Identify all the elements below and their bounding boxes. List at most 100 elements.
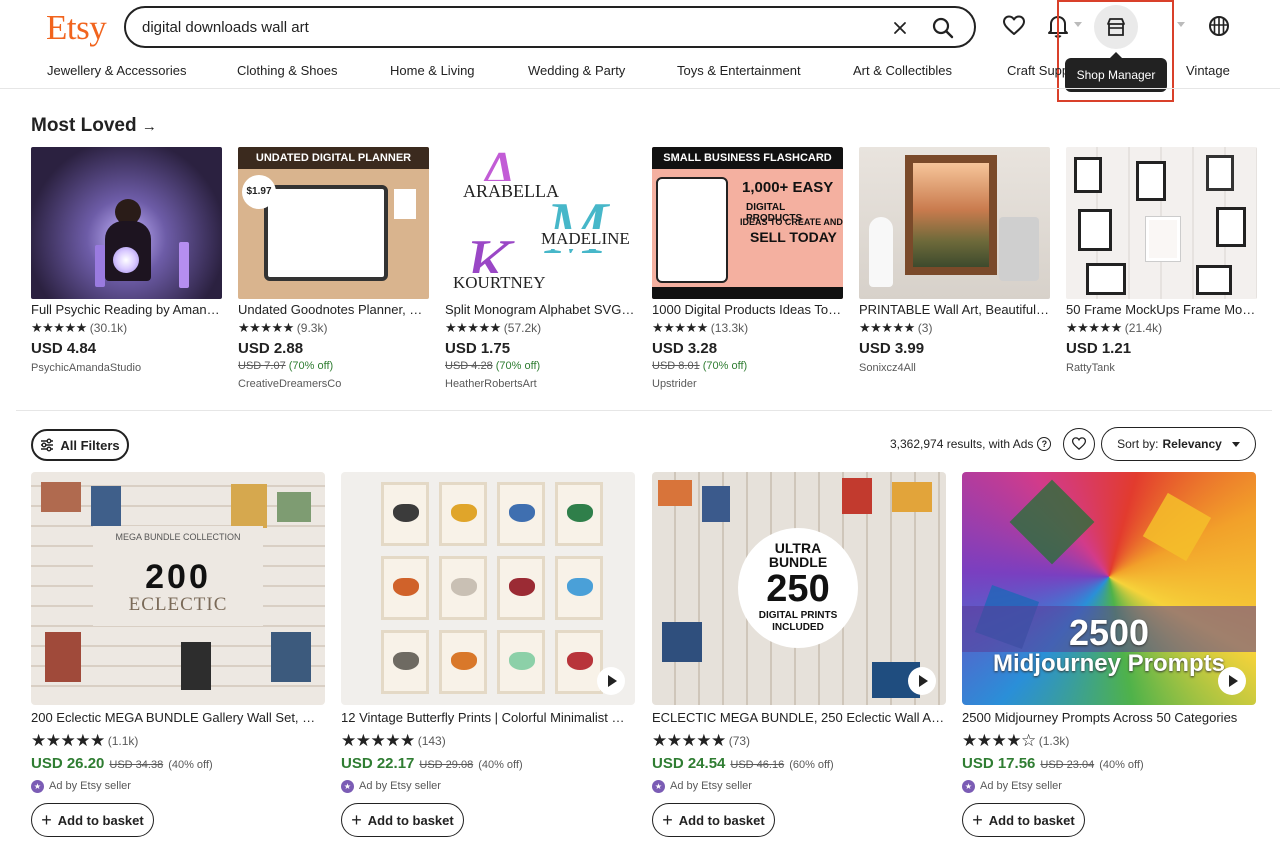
original-price: USD 23.04: [1040, 759, 1095, 771]
close-icon[interactable]: [888, 16, 912, 40]
bell-icon[interactable]: [1045, 12, 1071, 40]
most-loved-heading[interactable]: Most Loved →: [31, 115, 157, 137]
shop-manager-button[interactable]: [1094, 5, 1138, 49]
product-image[interactable]: [1066, 147, 1257, 299]
most-loved-card[interactable]: 50 Frame MockUps Frame Mockup Bundle ★★★…: [1066, 147, 1257, 374]
price-badge-text: $1.97: [242, 175, 276, 209]
product-title[interactable]: Split Monogram Alphabet SVG Bundle: [445, 302, 636, 318]
play-video-icon[interactable]: [1218, 667, 1246, 695]
notifications-caret-icon[interactable]: [1074, 22, 1082, 27]
rating-stars: ★★★★★: [341, 731, 415, 750]
review-count: (13.3k): [710, 321, 749, 335]
discount: (40% off): [1099, 759, 1144, 771]
category-nav: Jewellery & Accessories Clothing & Shoes…: [0, 63, 1280, 81]
listing-title[interactable]: ECLECTIC MEGA BUNDLE, 250 Eclectic Wall …: [652, 710, 946, 726]
product-title[interactable]: PRINTABLE Wall Art, Beautiful Landscape: [859, 302, 1050, 318]
add-to-basket-button[interactable]: + Add to basket: [962, 803, 1085, 837]
search-icon[interactable]: [930, 15, 956, 41]
image-banner-text: SMALL BUSINESS FLASHCARD: [652, 147, 843, 169]
rating-stars: ★★★★☆: [962, 731, 1036, 750]
chevron-down-icon: [1231, 441, 1240, 447]
product-title[interactable]: Undated Goodnotes Planner, Digital Plann…: [238, 302, 429, 318]
star-seller-icon: ★: [341, 779, 354, 793]
add-to-basket-label: Add to basket: [367, 812, 454, 828]
listing-card[interactable]: ULTRA BUNDLE 250 DIGITAL PRINTS INCLUDED…: [652, 472, 946, 837]
seller-name: HeatherRobertsArt: [445, 378, 537, 390]
category-clothing[interactable]: Clothing & Shoes: [237, 63, 337, 78]
sort-dropdown[interactable]: Sort by: Relevancy: [1101, 427, 1256, 461]
search-bar[interactable]: digital downloads wall art: [124, 6, 976, 48]
image-text: INCLUDED: [772, 622, 824, 633]
category-home[interactable]: Home & Living: [390, 63, 475, 78]
discount: (40% off): [478, 759, 523, 771]
heart-icon: [1071, 437, 1087, 450]
listing-card[interactable]: 2500 Midjourney Prompts 2500 Midjourney …: [962, 472, 1256, 837]
price: USD 3.99: [859, 340, 925, 357]
basket-icon[interactable]: [1206, 12, 1232, 40]
most-loved-card[interactable]: SMALL BUSINESS FLASHCARD 1,000+ EASY DIG…: [652, 147, 843, 390]
product-image[interactable]: UNDATED DIGITAL PLANNER $1.97: [238, 147, 429, 299]
listing-card[interactable]: 12 Vintage Butterfly Prints | Colorful M…: [341, 472, 635, 837]
search-input[interactable]: digital downloads wall art: [142, 19, 974, 36]
play-video-icon[interactable]: [908, 667, 936, 695]
listing-image[interactable]: ULTRA BUNDLE 250 DIGITAL PRINTS INCLUDED: [652, 472, 946, 705]
most-loved-card[interactable]: Full Psychic Reading by Amanda Studio ★★…: [31, 147, 222, 374]
most-loved-card[interactable]: A M K ARABELLA MADELINE KOURTNEY Split M…: [445, 147, 636, 390]
original-price: USD 7.07: [238, 360, 286, 372]
review-count: (73): [728, 734, 751, 748]
listing-title[interactable]: 12 Vintage Butterfly Prints | Colorful M…: [341, 710, 635, 726]
save-search-button[interactable]: [1063, 428, 1095, 460]
add-to-basket-button[interactable]: + Add to basket: [341, 803, 464, 837]
product-title[interactable]: Full Psychic Reading by Amanda Studio: [31, 302, 222, 318]
account-caret-icon[interactable]: [1177, 22, 1185, 27]
heart-icon[interactable]: [1001, 12, 1027, 40]
product-image[interactable]: [859, 147, 1050, 299]
category-art[interactable]: Art & Collectibles: [853, 63, 952, 78]
image-text: 1,000+ EASY: [742, 179, 834, 196]
rating-stars: ★★★★★: [859, 320, 915, 335]
help-icon[interactable]: ?: [1037, 437, 1052, 451]
all-filters-button[interactable]: All Filters: [31, 429, 129, 461]
monogram-text: MADELINE: [541, 229, 630, 249]
most-loved-card[interactable]: UNDATED DIGITAL PLANNER $1.97 Undated Go…: [238, 147, 429, 390]
listing-card[interactable]: MEGA BUNDLE COLLECTION 200 ECLECTIC 200 …: [31, 472, 325, 837]
product-title[interactable]: 50 Frame MockUps Frame Mockup Bundle: [1066, 302, 1257, 318]
category-jewellery[interactable]: Jewellery & Accessories: [47, 63, 186, 78]
listing-image[interactable]: MEGA BUNDLE COLLECTION 200 ECLECTIC: [31, 472, 325, 705]
etsy-logo[interactable]: Etsy: [46, 8, 107, 48]
price: USD 2.88: [238, 340, 304, 357]
review-count: (21.4k): [1124, 321, 1163, 335]
add-to-basket-label: Add to basket: [988, 812, 1075, 828]
category-craft[interactable]: Craft Supp: [1007, 63, 1069, 78]
category-toys[interactable]: Toys & Entertainment: [677, 63, 801, 78]
seller-name: CreativeDreamersCo: [238, 378, 342, 390]
image-text: 200: [145, 558, 211, 596]
listing-title[interactable]: 2500 Midjourney Prompts Across 50 Catego…: [962, 710, 1256, 726]
image-text: Midjourney Prompts: [992, 650, 1226, 677]
header-divider: [0, 88, 1280, 89]
play-video-icon[interactable]: [597, 667, 625, 695]
seller-name: PsychicAmandaStudio: [31, 362, 142, 374]
category-wedding[interactable]: Wedding & Party: [528, 63, 625, 78]
listing-title[interactable]: 200 Eclectic MEGA BUNDLE Gallery Wall Se…: [31, 710, 325, 726]
listing-image[interactable]: 2500 Midjourney Prompts: [962, 472, 1256, 705]
listing-image[interactable]: [341, 472, 635, 705]
image-text: ECLECTIC: [128, 594, 228, 615]
monogram-text: KOURTNEY: [453, 273, 546, 293]
product-image[interactable]: SMALL BUSINESS FLASHCARD 1,000+ EASY DIG…: [652, 147, 843, 299]
add-to-basket-button[interactable]: + Add to basket: [31, 803, 154, 837]
plus-icon: +: [351, 809, 362, 830]
image-text: DIGITAL PRINTS: [758, 610, 838, 621]
image-text: SELL TODAY: [750, 229, 837, 245]
product-image[interactable]: A M K ARABELLA MADELINE KOURTNEY: [445, 147, 636, 299]
product-title[interactable]: 1000 Digital Products Ideas To Sell: [652, 302, 843, 318]
product-image[interactable]: [31, 147, 222, 299]
category-vintage[interactable]: Vintage: [1186, 63, 1230, 78]
add-to-basket-button[interactable]: + Add to basket: [652, 803, 775, 837]
most-loved-card[interactable]: PRINTABLE Wall Art, Beautiful Landscape …: [859, 147, 1050, 374]
rating-stars: ★★★★★: [445, 320, 501, 335]
filter-icon: [41, 438, 54, 452]
plus-icon: +: [41, 809, 52, 830]
review-count: (1.3k): [1038, 734, 1070, 748]
sale-price: USD 17.56: [962, 755, 1036, 772]
